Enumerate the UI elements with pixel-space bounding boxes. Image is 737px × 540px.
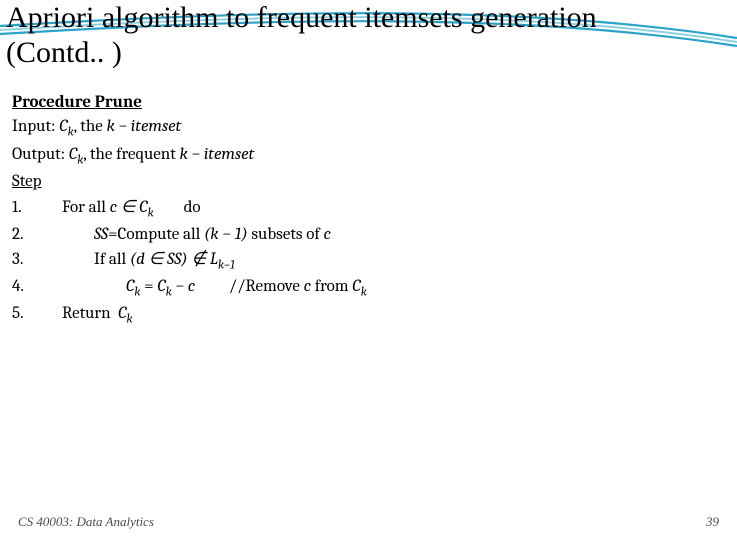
slide-body: Procedure Prune Input: Ck, the k − items…: [0, 71, 737, 330]
output-ck: Ck: [65, 145, 83, 164]
step-5: 5. Return Ck: [12, 302, 725, 329]
step-4: 4. Ck = Ck − c //Remove c from Ck: [12, 275, 725, 302]
input-itemset: k − itemset: [107, 117, 182, 136]
output-line: Output: Ck, the frequent k − itemset: [12, 143, 725, 170]
step-text: Return Ck: [38, 302, 725, 329]
footer-page-number: 39: [706, 514, 719, 530]
output-label: Output:: [12, 145, 65, 164]
step-heading: Step: [12, 170, 725, 195]
step-num: 2.: [12, 223, 38, 248]
output-sep: , the frequent: [83, 145, 179, 164]
step-num: 3.: [12, 248, 38, 275]
slide-title: Apriori algorithm to frequent itemsets g…: [6, 0, 731, 71]
input-line: Input: Ck, the k − itemset: [12, 115, 725, 142]
title-area: Apriori algorithm to frequent itemsets g…: [0, 0, 737, 71]
input-sep: , the: [74, 117, 107, 136]
procedure-heading: Procedure Prune: [12, 91, 725, 116]
step-3: 3. If all (d ∈ SS) ∉ Lk−1: [12, 248, 725, 275]
slide: Apriori algorithm to frequent itemsets g…: [0, 0, 737, 540]
input-label: Input:: [12, 117, 55, 136]
step-num: 1.: [12, 196, 38, 223]
step-text: If all (d ∈ SS) ∉ Lk−1: [38, 248, 725, 275]
input-ck: Ck: [55, 117, 73, 136]
step-num: 5.: [12, 302, 38, 329]
step-2: 2. SS=Compute all (k − 1) subsets of c: [12, 223, 725, 248]
step-text: Ck = Ck − c //Remove c from Ck: [38, 275, 725, 302]
title-line-1: Apriori algorithm to frequent itemsets g…: [6, 1, 597, 34]
step-num: 4.: [12, 275, 38, 302]
step-text: For all c ∈ Ck do: [38, 196, 725, 223]
step-text: SS=Compute all (k − 1) subsets of c: [38, 223, 725, 248]
step-1: 1. For all c ∈ Ck do: [12, 196, 725, 223]
steps-list: 1. For all c ∈ Ck do 2. SS=Compute all (…: [12, 196, 725, 329]
footer-course: CS 40003: Data Analytics: [18, 514, 154, 530]
output-itemset: k − itemset: [180, 145, 255, 164]
title-line-2: (Contd.. ): [6, 36, 122, 69]
